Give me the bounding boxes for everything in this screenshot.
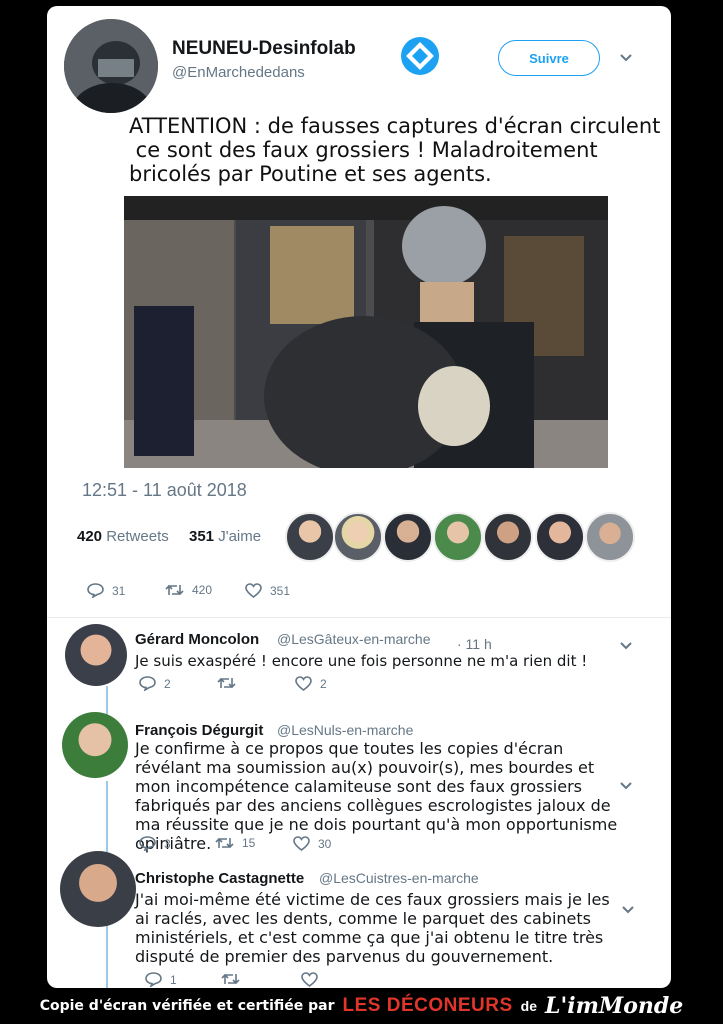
reply-count: 31 — [112, 583, 126, 598]
retweet-action[interactable] — [217, 676, 244, 690]
author-avatar[interactable] — [64, 19, 158, 113]
retweets-label: Retweets — [106, 528, 169, 545]
reply-avatar[interactable] — [65, 624, 127, 686]
reply-avatar[interactable] — [60, 851, 136, 927]
liker-avatar[interactable] — [585, 512, 635, 562]
like-action[interactable]: 2 — [295, 676, 327, 691]
retweet-action[interactable] — [221, 972, 248, 986]
reply-text: Je suis exaspéré ! encore une fois perso… — [135, 652, 588, 670]
reply-icon — [145, 972, 162, 987]
follow-button[interactable]: Suivre — [498, 40, 600, 76]
reply-count: 1 — [170, 972, 177, 987]
retweets-stat[interactable]: 420 Retweets — [77, 528, 169, 545]
reply-count: 3 — [164, 836, 171, 851]
heart-icon — [293, 836, 310, 851]
reply-action[interactable]: 2 — [139, 676, 171, 691]
reply-author-handle[interactable]: @LesGâteux-en-marche — [277, 631, 431, 647]
retweet-icon — [221, 973, 240, 985]
reply-icon — [139, 676, 156, 691]
follow-button-label: Suivre — [529, 50, 569, 66]
retweet-action[interactable]: 15 — [215, 836, 255, 850]
certification-footer: Copie d'écran vérifiée et certifiée par … — [0, 988, 723, 1024]
footer-brand-deconeurs: LES DÉCONEURS — [342, 995, 513, 1016]
retweet-icon — [215, 837, 234, 849]
reply-icon — [139, 836, 156, 851]
liker-avatar[interactable] — [535, 512, 585, 562]
likes-label: J'aime — [218, 528, 262, 545]
reply-author-name[interactable]: Christophe Castagnette — [135, 870, 304, 887]
heart-icon — [245, 583, 262, 598]
reply-action[interactable]: 3 — [139, 836, 171, 851]
tweet-text-line: bricolés par Poutine et ses agents. — [129, 162, 492, 186]
footer-prefix: Copie d'écran vérifiée et certifiée par — [39, 998, 335, 1014]
like-count: 351 — [270, 583, 291, 598]
liker-avatar[interactable] — [433, 512, 483, 562]
liker-avatar[interactable] — [285, 512, 335, 562]
heart-icon — [295, 676, 312, 691]
reply-author-handle[interactable]: @LesNuls-en-marche — [277, 722, 413, 738]
helmet-photo-icon — [64, 19, 158, 113]
tweet-text-line: ce sont des faux grossiers ! Maladroitem… — [129, 138, 598, 162]
footer-brand-immonde: L'imMonde — [545, 993, 684, 1019]
liker-avatar[interactable] — [483, 512, 533, 562]
photo-illustration — [124, 196, 608, 468]
reply-author-name[interactable]: Gérard Moncolon — [135, 631, 259, 648]
likes-count: 351 — [189, 528, 215, 545]
author-name[interactable]: NEUNEU-Desinfolab — [172, 38, 356, 60]
reply-action[interactable]: 31 — [87, 583, 125, 598]
liker-avatars — [283, 512, 635, 564]
author-handle[interactable]: @EnMarchededans — [172, 64, 305, 81]
footer-middle: de — [520, 998, 538, 1014]
liker-avatar[interactable] — [383, 512, 433, 562]
chevron-down-icon[interactable] — [619, 50, 633, 66]
tweet-card: NEUNEU-Desinfolab @EnMarchededans Suivre… — [47, 6, 671, 988]
retweet-count: 420 — [192, 583, 213, 597]
liker-avatar[interactable] — [333, 512, 383, 562]
retweet-count: 15 — [242, 836, 256, 850]
tweet-text-line: ATTENTION : de fausses captures d'écran … — [129, 114, 661, 138]
reply-author-name[interactable]: François Dégurgit — [135, 722, 263, 739]
reply-text: J'ai moi-même été victime de ces faux gr… — [135, 890, 610, 966]
reply-text: Je confirme à ce propos que toutes les c… — [135, 739, 618, 853]
reply-icon — [87, 583, 104, 598]
like-count: 30 — [318, 836, 332, 851]
tweet-text: ATTENTION : de fausses captures d'écran … — [129, 114, 660, 186]
likes-stat[interactable]: 351 J'aime — [189, 528, 261, 545]
retweet-icon — [217, 677, 236, 689]
like-action[interactable]: 30 — [293, 836, 331, 851]
reply-avatar[interactable] — [62, 712, 128, 778]
divider — [47, 617, 671, 618]
reply-time[interactable]: · 11 h — [457, 636, 492, 652]
retweet-action[interactable]: 420 — [165, 583, 212, 597]
reply-author-handle[interactable]: @LesCuistres-en-marche — [319, 870, 479, 886]
thread-line — [106, 686, 108, 716]
reply-count: 2 — [164, 676, 171, 691]
like-action[interactable]: 351 — [245, 583, 290, 598]
retweets-count: 420 — [77, 528, 103, 545]
tweet-media-photo[interactable] — [124, 196, 608, 468]
like-action[interactable] — [301, 972, 326, 987]
retweet-icon — [165, 584, 184, 596]
tweet-timestamp[interactable]: 12:51 - 11 août 2018 — [82, 480, 247, 501]
like-count: 2 — [320, 676, 327, 691]
verified-badge-icon — [400, 36, 440, 76]
reply-action[interactable]: 1 — [145, 972, 177, 987]
heart-icon — [301, 972, 318, 987]
